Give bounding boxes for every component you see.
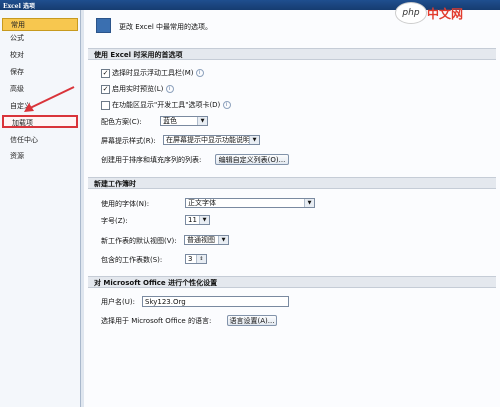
custom-lists-label: 创建用于排序和填充序列的列表: <box>101 156 202 164</box>
language-label: 选择用于 Microsoft Office 的语言: <box>101 317 212 325</box>
font-size-label: 字号(Z): <box>101 217 128 225</box>
logo-text: 中文网 <box>427 7 464 21</box>
default-view-label: 新工作表的默认视图(V): <box>101 237 177 245</box>
developer-tab-checkbox[interactable] <box>101 101 110 110</box>
logo-bubble: php <box>395 2 427 24</box>
live-preview-label: 启用实时预览(L) <box>112 85 164 93</box>
default-view-select[interactable]: 普通视图 ▼ <box>184 235 229 245</box>
screentip-label: 屏幕提示样式(R): <box>101 137 156 145</box>
floatie-label: 选择时显示浮动工具栏(M) <box>112 69 194 77</box>
watermark-logo: php 中文网 <box>395 2 495 24</box>
color-scheme-value: 蓝色 <box>163 117 177 125</box>
info-icon: i <box>195 69 204 77</box>
sidebar-item-save[interactable]: 保存 <box>2 66 78 79</box>
username-input[interactable]: Sky123.Org <box>142 296 289 307</box>
username-value: Sky123.Org <box>145 298 186 306</box>
default-view-value: 普通视图 <box>187 236 215 244</box>
screentip-value: 在屏幕提示中显示功能说明 <box>166 136 250 144</box>
sidebar-item-formulas[interactable]: 公式 <box>2 32 78 45</box>
font-value: 正文字体 <box>188 199 216 207</box>
spinner-icon: ⇕ <box>196 255 206 263</box>
live-preview-row: 启用实时预览(L) i <box>112 84 174 94</box>
info-icon: i <box>222 101 231 109</box>
chevron-down-icon: ▼ <box>218 236 228 244</box>
developer-tab-row: 在功能区显示"开发工具"选项卡(D) i <box>112 100 231 110</box>
color-scheme-label: 配色方案(C): <box>101 118 142 126</box>
sheet-count-stepper[interactable]: 3 ⇕ <box>185 254 207 264</box>
sheet-count-value: 3 <box>188 255 193 263</box>
floatie-checkbox[interactable]: ✓ <box>101 69 110 78</box>
language-settings-button[interactable]: 语言设置(A)... <box>227 315 277 326</box>
screentip-select[interactable]: 在屏幕提示中显示功能说明 ▼ <box>163 135 260 145</box>
sidebar: 常用 公式 校对 保存 高级 自定义 加载项 信任中心 资源 <box>0 10 81 407</box>
font-label: 使用的字体(N): <box>101 200 150 208</box>
options-icon <box>96 18 111 33</box>
live-preview-checkbox[interactable]: ✓ <box>101 85 110 94</box>
sidebar-item-addins[interactable]: 加载项 <box>2 115 78 128</box>
chevron-down-icon: ▼ <box>199 216 209 224</box>
floatie-row: 选择时显示浮动工具栏(M) i <box>112 68 204 78</box>
section-personalize: 对 Microsoft Office 进行个性化设置 <box>88 276 496 288</box>
chevron-down-icon: ▼ <box>197 117 207 125</box>
section-new-workbook: 新建工作簿时 <box>88 177 496 189</box>
sidebar-item-common[interactable]: 常用 <box>2 18 78 31</box>
developer-tab-label: 在功能区显示"开发工具"选项卡(D) <box>112 101 221 109</box>
font-size-value: 11 <box>188 216 197 224</box>
chevron-down-icon: ▼ <box>304 199 314 207</box>
font-select[interactable]: 正文字体 ▼ <box>185 198 315 208</box>
window-title: Excel 选项 <box>3 3 35 10</box>
sidebar-item-proofing[interactable]: 校对 <box>2 49 78 62</box>
sidebar-item-resources[interactable]: 资源 <box>2 150 78 163</box>
info-icon: i <box>165 85 174 93</box>
font-size-select[interactable]: 11 ▼ <box>185 215 210 225</box>
page-header: 更改 Excel 中最常用的选项。 <box>119 23 212 31</box>
color-scheme-select[interactable]: 蓝色 ▼ <box>160 116 208 126</box>
edit-custom-lists-button[interactable]: 编辑自定义列表(O)... <box>215 154 289 165</box>
sidebar-item-trust-center[interactable]: 信任中心 <box>2 134 78 147</box>
section-top-options: 使用 Excel 时采用的首选项 <box>88 48 496 60</box>
annotation-arrow-icon <box>24 86 75 112</box>
sheet-count-label: 包含的工作表数(S): <box>101 256 163 264</box>
username-label: 用户名(U): <box>101 298 135 306</box>
chevron-down-icon: ▼ <box>249 136 259 144</box>
